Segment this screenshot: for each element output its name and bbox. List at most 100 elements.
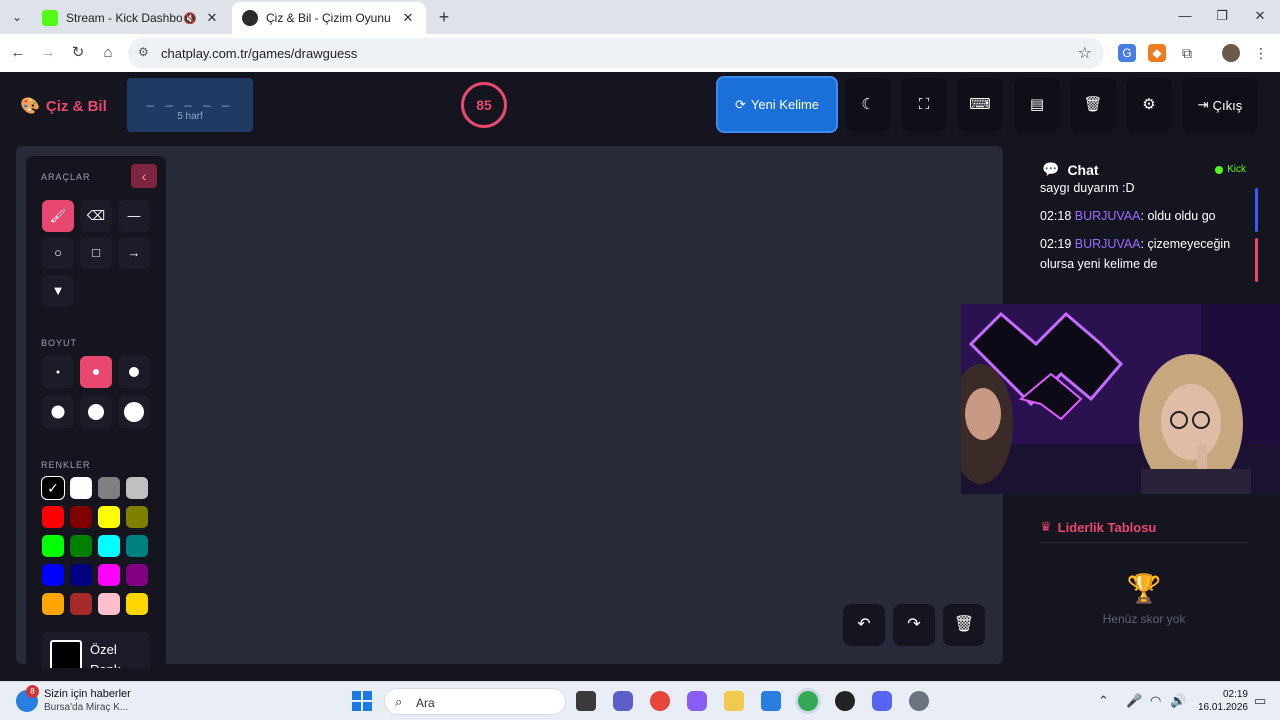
minimize-icon[interactable]: —	[1175, 8, 1195, 23]
translate-extension-icon[interactable]: G	[1118, 44, 1136, 62]
rectangle-tool-button[interactable]: □	[80, 237, 112, 269]
windows-start-button[interactable]	[352, 691, 372, 711]
size-option-6[interactable]	[118, 396, 150, 428]
line-tool-button[interactable]: —	[118, 200, 150, 232]
news-widget[interactable]: 8 Sizin için haberler Bursa'da Miraç K..…	[16, 685, 131, 714]
color-swatch[interactable]	[126, 564, 148, 586]
chat-scrollbar-track[interactable]	[1255, 188, 1258, 232]
color-swatch[interactable]	[98, 564, 120, 586]
color-swatch[interactable]	[126, 535, 148, 557]
wifi-icon[interactable]: ◠	[1150, 693, 1161, 709]
url-text[interactable]: chatplay.com.tr/games/drawguess	[161, 46, 357, 61]
site-info-icon[interactable]: ⚙	[138, 45, 149, 59]
home-icon[interactable]: ⌂	[98, 43, 118, 63]
microphone-icon[interactable]: 🎤	[1126, 693, 1142, 709]
clear-canvas-button[interactable]: 🗑	[943, 604, 985, 646]
custom-color-label: Özel Renk	[90, 642, 120, 668]
collapse-panel-button[interactable]: ‹	[131, 164, 157, 188]
forward-icon[interactable]: →	[38, 43, 58, 63]
color-swatch[interactable]	[126, 477, 148, 499]
logout-button[interactable]: ⇥ Çıkış	[1182, 78, 1258, 132]
teams-icon[interactable]	[613, 691, 633, 711]
custom-color-button[interactable]: Özel Renk	[42, 632, 150, 668]
archive-button[interactable]: ▤	[1014, 78, 1060, 132]
message-user[interactable]: BURJUVAA	[1075, 209, 1141, 223]
color-swatch[interactable]	[98, 593, 120, 615]
chat-scrollbar-thumb[interactable]	[1255, 238, 1258, 282]
color-swatch[interactable]	[42, 593, 64, 615]
brand-logo[interactable]: 🎨 Çiz & Bil	[20, 96, 107, 116]
keyboard-button[interactable]: ⌨	[957, 78, 1003, 132]
delete-button[interactable]: 🗑	[1070, 78, 1116, 132]
show-hidden-icons-icon[interactable]: ⌃	[1098, 693, 1109, 709]
archive-icon: ▤	[1029, 96, 1045, 113]
fill-tool-button[interactable]: ▼	[42, 275, 74, 307]
size-dot	[129, 367, 139, 377]
profile-avatar[interactable]	[1222, 44, 1240, 62]
chrome-icon[interactable]	[650, 691, 670, 711]
bookmark-star-icon[interactable]: ☆	[1078, 43, 1092, 63]
color-swatch[interactable]	[42, 506, 64, 528]
file-explorer-icon[interactable]	[724, 691, 744, 711]
chrome-active-icon[interactable]	[798, 691, 818, 711]
new-tab-button[interactable]: +	[434, 7, 454, 27]
size-option-2[interactable]	[80, 356, 112, 388]
circle-tool-button[interactable]: ○	[42, 237, 74, 269]
color-swatch[interactable]	[70, 535, 92, 557]
close-tab-icon[interactable]: ✕	[400, 10, 416, 26]
tab-kick-dashboard[interactable]: Stream - Kick Dashboard 🔇 ✕	[32, 2, 230, 34]
size-option-1[interactable]	[42, 356, 74, 388]
color-swatch[interactable]	[42, 564, 64, 586]
size-option-5[interactable]	[80, 396, 112, 428]
tools-heading: ARAÇLAR	[41, 172, 91, 182]
close-tab-icon[interactable]: ✕	[204, 10, 220, 26]
discord-icon[interactable]	[872, 691, 892, 711]
color-swatch[interactable]	[98, 535, 120, 557]
store-icon[interactable]	[761, 691, 781, 711]
extensions-puzzle-icon[interactable]: ⧉	[1178, 44, 1196, 62]
color-swatch[interactable]	[70, 506, 92, 528]
color-swatch[interactable]	[98, 477, 120, 499]
reload-icon[interactable]: ↻	[68, 43, 88, 63]
new-word-button[interactable]: ⟳ Yeni Kelime	[716, 76, 838, 133]
square-icon: □	[92, 245, 100, 260]
color-swatch[interactable]	[126, 593, 148, 615]
message-user[interactable]: BURJUVAA	[1075, 237, 1141, 251]
window-close-icon[interactable]: ✕	[1250, 8, 1270, 24]
fullscreen-button[interactable]: ⛶	[901, 78, 947, 132]
arrow-tool-button[interactable]: →	[118, 237, 150, 269]
tab-search-menu-icon[interactable]: ⌄	[8, 8, 26, 26]
color-swatch[interactable]	[98, 506, 120, 528]
volume-icon[interactable]: 🔊	[1170, 693, 1186, 709]
custom-color-preview	[50, 640, 82, 668]
color-swatch[interactable]	[126, 506, 148, 528]
brush-tool-button[interactable]: 🖌	[42, 200, 74, 232]
metamask-extension-icon[interactable]: ◆	[1148, 44, 1166, 62]
color-swatch[interactable]	[70, 564, 92, 586]
maximize-icon[interactable]: ❐	[1212, 8, 1232, 24]
chrome-menu-icon[interactable]: ⋮	[1252, 44, 1270, 62]
address-bar[interactable]: ⚙ chatplay.com.tr/games/drawguess ☆	[128, 38, 1104, 68]
notifications-icon[interactable]: ▭	[1254, 693, 1266, 709]
muted-icon[interactable]: 🔇	[182, 12, 198, 25]
color-swatch[interactable]	[70, 477, 92, 499]
eraser-tool-button[interactable]: ⌫	[80, 200, 112, 232]
tab-ciz-bil[interactable]: Çiz & Bil - Çizim Oyunu ✕	[232, 2, 426, 34]
back-icon[interactable]: ←	[8, 43, 28, 63]
undo-button[interactable]: ↶	[843, 604, 885, 646]
dark-mode-button[interactable]: ☾	[845, 78, 891, 132]
settings-app-icon[interactable]	[909, 691, 929, 711]
size-option-4[interactable]	[42, 396, 74, 428]
color-swatch[interactable]: ✓	[42, 477, 64, 499]
redo-button[interactable]: ↷	[893, 604, 935, 646]
settings-button[interactable]: ⚙	[1126, 78, 1172, 132]
copilot-icon[interactable]	[687, 691, 707, 711]
chevron-left-icon: ‹	[141, 168, 147, 184]
color-swatch[interactable]	[70, 593, 92, 615]
obs-icon[interactable]	[835, 691, 855, 711]
taskbar-search[interactable]: ⌕ Ara	[384, 688, 566, 715]
color-swatch[interactable]	[42, 535, 64, 557]
system-clock[interactable]: 02:19 16.01.2026	[1190, 688, 1248, 714]
task-view-icon[interactable]	[576, 691, 596, 711]
size-option-3[interactable]	[118, 356, 150, 388]
